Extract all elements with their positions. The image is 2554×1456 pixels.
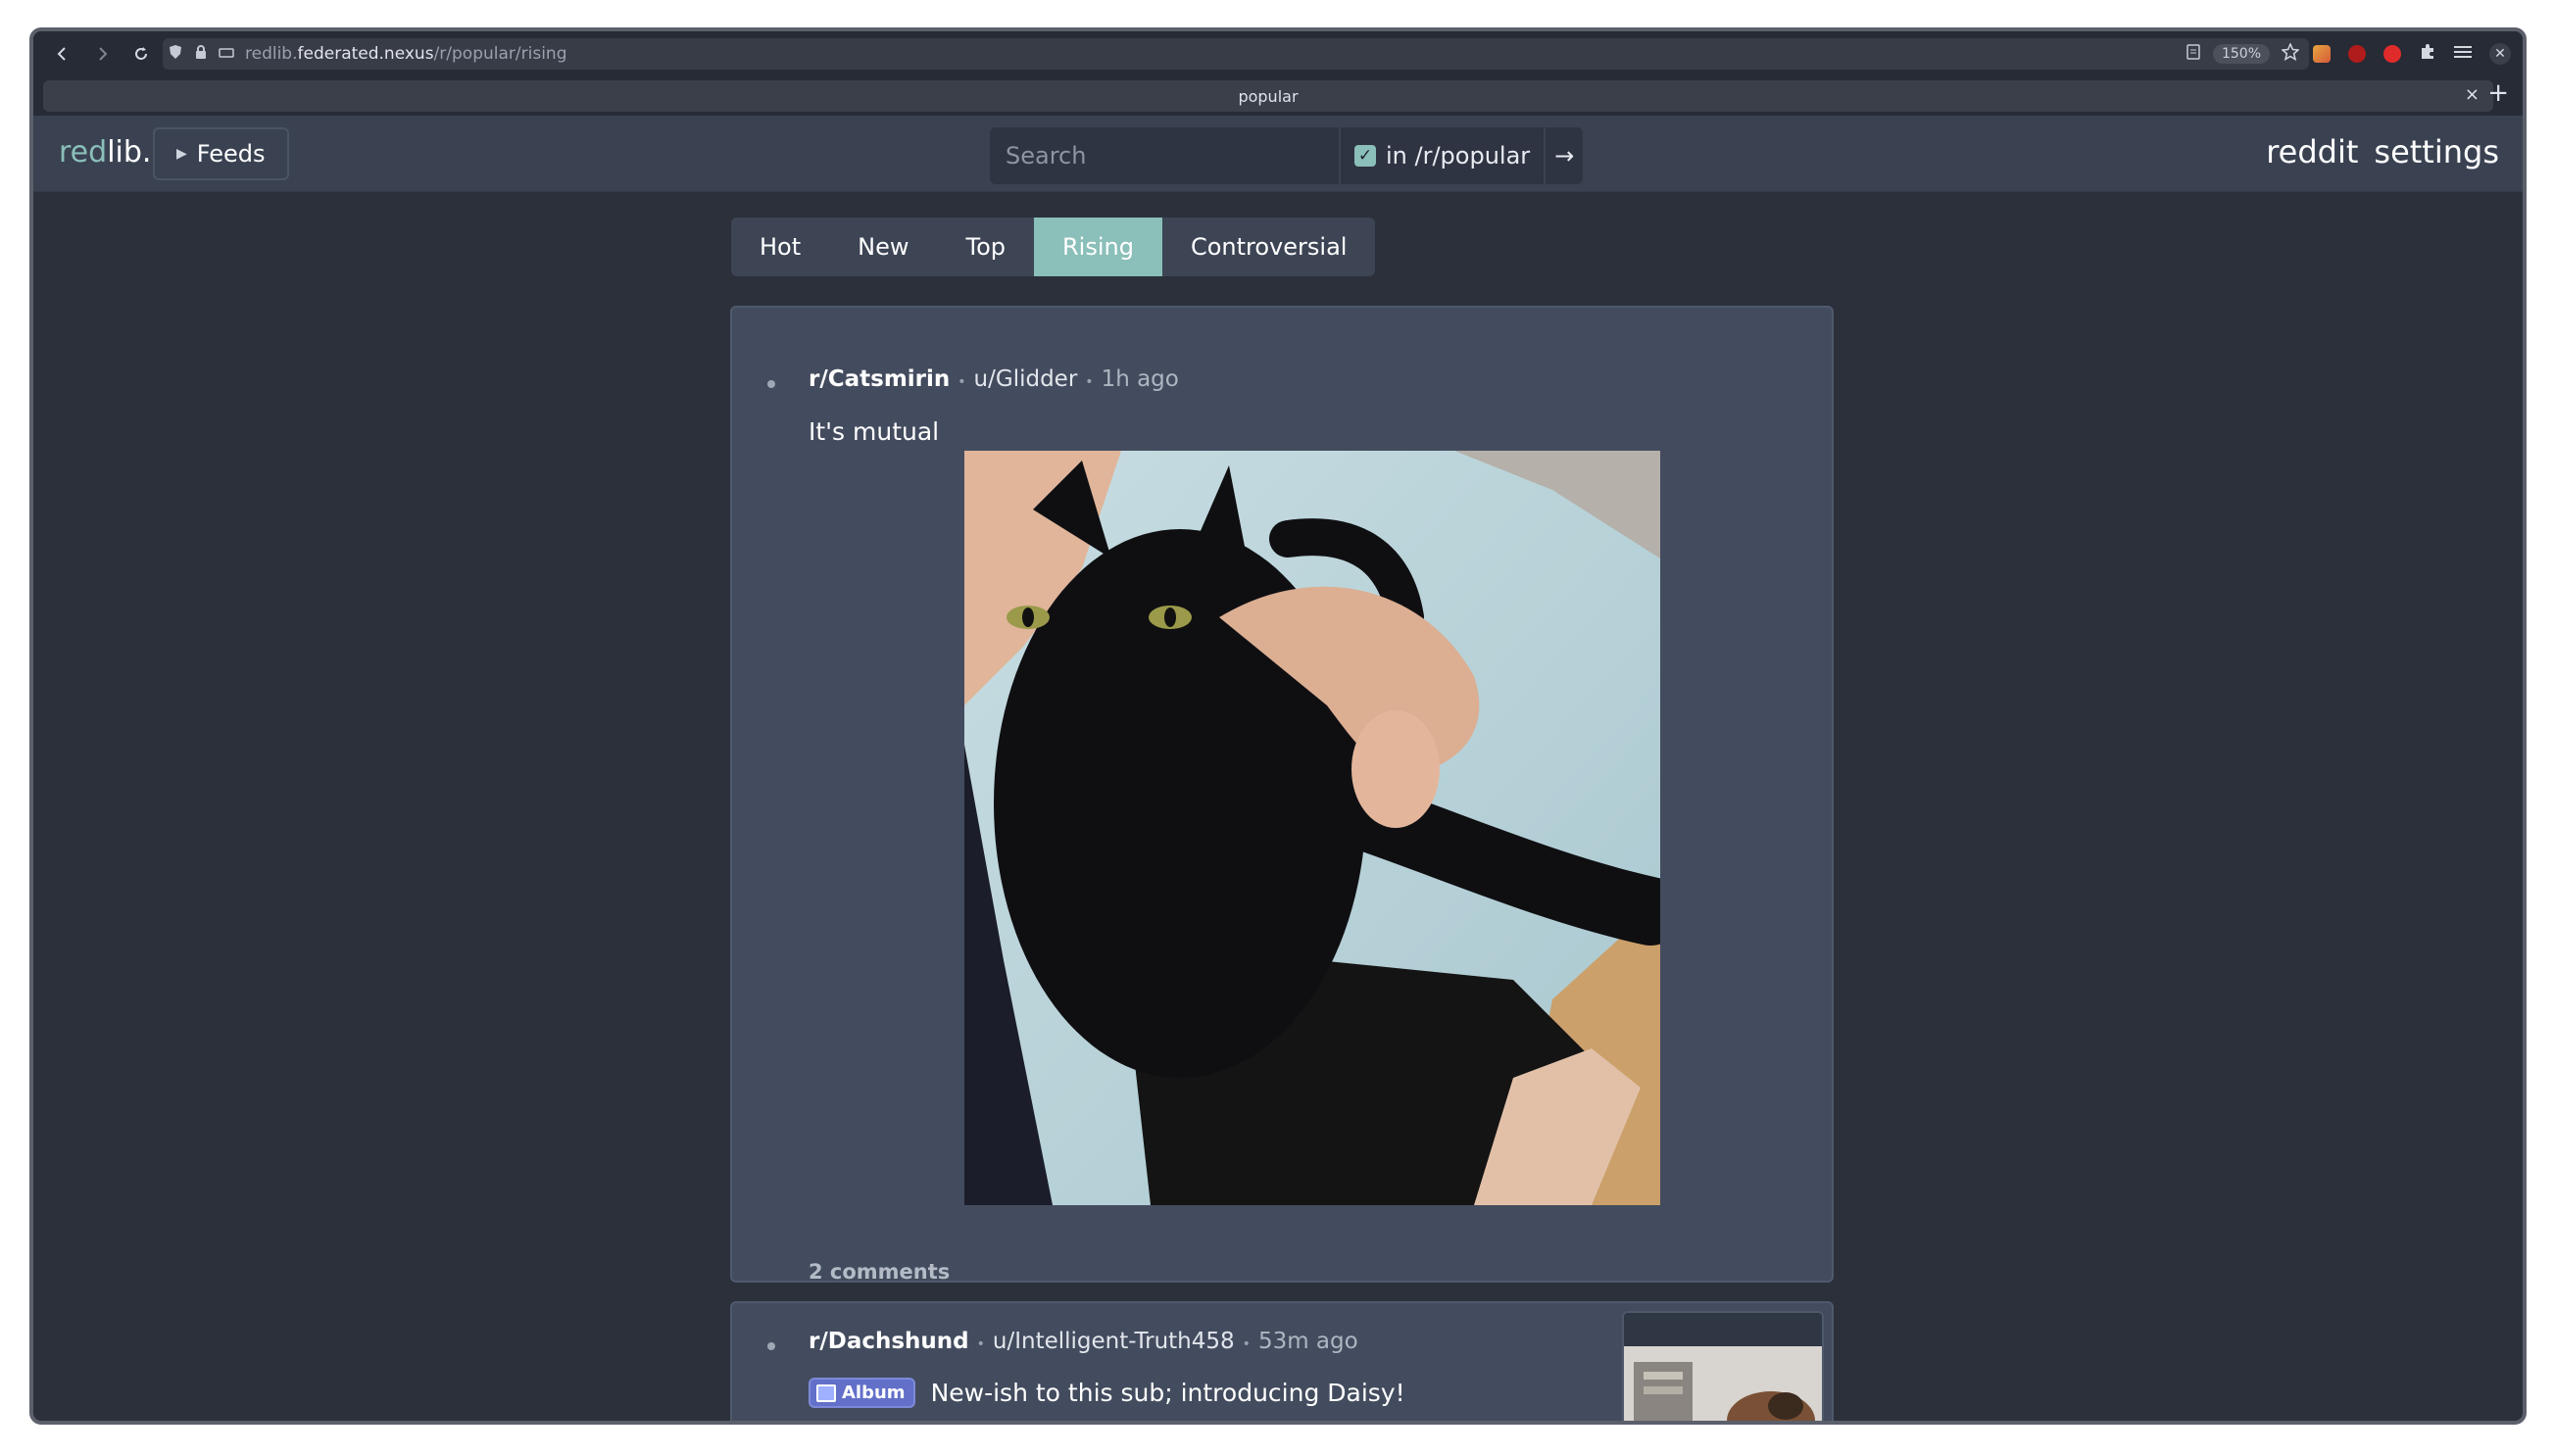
youtube-extension-icon[interactable]: [2383, 45, 2401, 63]
arrow-right-icon: →: [1554, 142, 1575, 170]
image-icon: [816, 1383, 836, 1402]
new-tab-button[interactable]: +: [2487, 78, 2509, 108]
meta-separator: •: [958, 374, 966, 390]
lock-icon[interactable]: [188, 45, 214, 63]
search-form: ✓ in /r/popular →: [990, 127, 1584, 184]
sort-tab-rising[interactable]: Rising: [1034, 218, 1162, 276]
meta-separator: •: [1085, 374, 1094, 390]
sort-tab-hot[interactable]: Hot: [731, 218, 829, 276]
url-domain: federated.nexus: [297, 44, 434, 64]
hamburger-menu-icon[interactable]: [2454, 44, 2472, 65]
extension-icon-1[interactable]: [2313, 45, 2331, 63]
caret-right-icon: ▶: [176, 146, 187, 162]
post-author-link[interactable]: u/Glidder: [974, 366, 1078, 392]
post-author-link[interactable]: u/Intelligent-Truth458: [993, 1329, 1235, 1354]
feeds-button[interactable]: ▶ Feeds: [153, 127, 289, 180]
site-nav: redlib. ▶ Feeds ✓ in /r/popular → reddit…: [33, 116, 2523, 192]
restrict-checkbox[interactable]: ✓: [1354, 145, 1376, 167]
post-subreddit-link[interactable]: r/Dachshund: [809, 1329, 969, 1354]
logo-red-part: red: [59, 135, 108, 170]
post-image[interactable]: [964, 451, 1685, 1205]
zoom-badge[interactable]: 150%: [2212, 44, 2270, 64]
bookmark-star-icon[interactable]: [2281, 41, 2300, 66]
url-path: /r/popular/rising: [433, 44, 567, 64]
nav-links: reddit settings: [2266, 133, 2499, 170]
meta-separator: •: [976, 1336, 985, 1352]
tab-bar: popular × +: [33, 76, 2523, 116]
meta-separator: •: [1242, 1336, 1251, 1352]
logo-lib-part: lib.: [107, 135, 152, 170]
post-meta: r/Dachshund • u/Intelligent-Truth458 • 5…: [809, 1329, 1358, 1354]
post-title[interactable]: New-ish to this sub; introducing Daisy!: [931, 1379, 1405, 1407]
shield-icon[interactable]: [163, 44, 188, 64]
browser-window: redlib.federated.nexus/r/popular/rising …: [29, 27, 2527, 1425]
post-subreddit-link[interactable]: r/Catsmirin: [809, 366, 950, 392]
reader-view-icon[interactable]: [2186, 43, 2201, 66]
search-submit-button[interactable]: →: [1544, 127, 1584, 184]
feeds-label: Feeds: [196, 140, 266, 168]
post-score-dot: [767, 380, 775, 388]
ublock-icon[interactable]: [2348, 45, 2366, 63]
reddit-link[interactable]: reddit: [2266, 133, 2358, 170]
post-timestamp: 1h ago: [1101, 366, 1179, 392]
forward-icon[interactable]: [82, 34, 122, 73]
post-title-row: Album New-ish to this sub; introducing D…: [809, 1378, 1405, 1408]
sort-tab-controversial[interactable]: Controversial: [1162, 218, 1375, 276]
post-card: r/Catsmirin • u/Glidder • 1h ago It's mu…: [730, 306, 1834, 1284]
permissions-icon[interactable]: [214, 45, 239, 63]
url-bar[interactable]: redlib.federated.nexus/r/popular/rising …: [163, 38, 2309, 70]
restrict-label: in /r/popular: [1386, 142, 1531, 170]
post-score-dot: [767, 1342, 775, 1350]
tab-close-icon[interactable]: ×: [2465, 84, 2480, 105]
flair-label: Album: [842, 1383, 906, 1403]
puzzle-extensions-icon[interactable]: [2419, 43, 2436, 66]
tab-popular[interactable]: popular ×: [43, 80, 2493, 112]
post-card: r/Dachshund • u/Intelligent-Truth458 • 5…: [730, 1301, 1834, 1421]
sort-tab-top[interactable]: Top: [938, 218, 1035, 276]
post-thumbnail[interactable]: [1622, 1311, 1824, 1421]
url-prefix: redlib.: [245, 44, 298, 64]
restrict-subreddit-toggle[interactable]: ✓ in /r/popular: [1339, 127, 1545, 184]
post-title[interactable]: It's mutual: [809, 417, 939, 446]
window-close-icon[interactable]: ✕: [2489, 43, 2511, 65]
reload-icon[interactable]: [122, 34, 161, 73]
post-timestamp: 53m ago: [1257, 1329, 1358, 1354]
sort-tab-new[interactable]: New: [829, 218, 937, 276]
back-icon[interactable]: [43, 34, 82, 73]
tab-title: popular: [1238, 86, 1299, 106]
search-input[interactable]: [990, 127, 1339, 184]
browser-toolbar: redlib.federated.nexus/r/popular/rising …: [33, 31, 2523, 76]
sort-tabs: Hot New Top Rising Controversial: [731, 218, 1376, 276]
post-meta: r/Catsmirin • u/Glidder • 1h ago: [809, 366, 1179, 392]
redlib-logo[interactable]: redlib.: [59, 135, 151, 170]
post-comments-link[interactable]: 2 comments: [809, 1260, 950, 1284]
settings-link[interactable]: settings: [2374, 133, 2499, 170]
album-flair[interactable]: Album: [809, 1378, 915, 1408]
